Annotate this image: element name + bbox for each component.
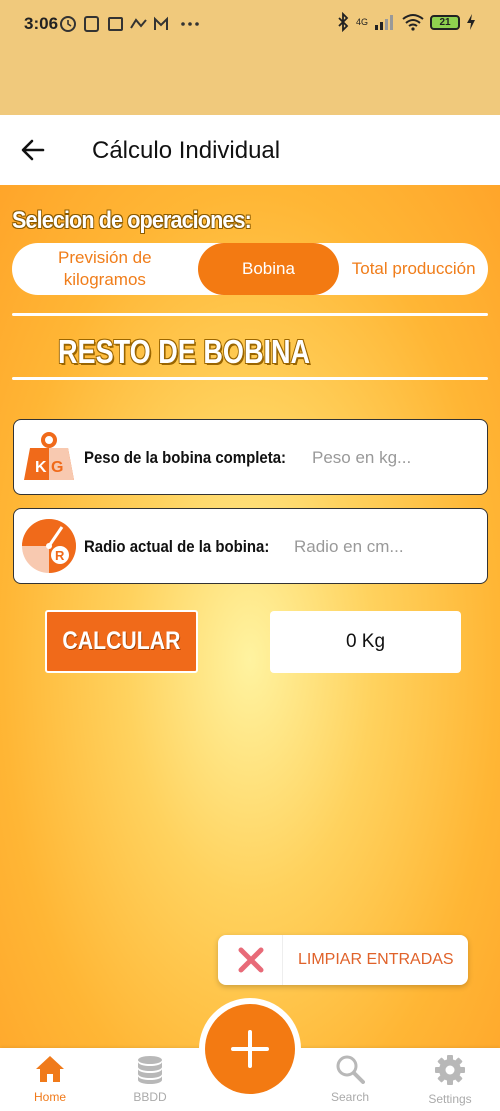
nav-search-label: Search xyxy=(330,1090,370,1104)
battery-indicator: 21 xyxy=(430,14,460,30)
network-type: 4G xyxy=(355,17,368,27)
result-display: 0 Kg xyxy=(270,611,461,673)
charging-icon xyxy=(467,14,475,30)
search-icon xyxy=(336,1055,365,1084)
snackbar-divider xyxy=(282,935,283,985)
weight-label: Peso de la bobina completa: xyxy=(84,448,287,467)
nav-bbdd[interactable]: BBDD xyxy=(110,1054,190,1104)
back-button[interactable] xyxy=(18,135,48,165)
tab-prevision-kilogramos[interactable]: Previsión de kilogramos xyxy=(12,243,198,295)
nfc-icon xyxy=(84,16,99,32)
back-arrow-icon xyxy=(21,139,45,161)
app-bar: Cálculo Individual xyxy=(0,115,500,185)
section-title: RESTO DE BOBINA xyxy=(58,333,311,370)
page-title: Cálculo Individual xyxy=(92,137,281,164)
nav-search[interactable]: Search xyxy=(310,1054,390,1104)
database-icon xyxy=(138,1056,162,1084)
tab-total-produccion[interactable]: Total producción xyxy=(339,243,488,295)
nav-settings[interactable]: Settings xyxy=(410,1054,490,1106)
weight-input[interactable] xyxy=(312,444,477,472)
gear-icon xyxy=(435,1055,465,1085)
radius-label: Radio actual de la bobina: xyxy=(84,537,270,556)
svg-text:K: K xyxy=(35,459,47,476)
section-divider-bottom xyxy=(12,377,488,380)
weight-field[interactable]: K G Peso de la bobina completa: xyxy=(13,419,488,495)
missed-call-icon xyxy=(130,18,147,29)
tab-bobina[interactable]: Bobina xyxy=(197,243,340,295)
radius-field[interactable]: R Radio actual de la bobina: xyxy=(13,508,488,584)
clock: 3:06 xyxy=(24,14,59,33)
svg-text:G: G xyxy=(51,459,63,476)
clear-inputs-button[interactable]: LIMPIAR ENTRADAS xyxy=(218,935,468,985)
nav-home[interactable]: Home xyxy=(10,1054,90,1104)
add-button[interactable] xyxy=(205,1004,295,1094)
home-icon xyxy=(36,1056,64,1082)
nav-settings-label: Settings xyxy=(428,1092,472,1106)
close-x-icon xyxy=(238,947,264,973)
operations-title: Selecion de operaciones: xyxy=(12,207,252,234)
plus-icon xyxy=(231,1030,269,1068)
calculate-label: CALCULAR xyxy=(62,627,181,655)
calculate-button[interactable]: CALCULAR xyxy=(45,610,198,673)
nav-bbdd-label: BBDD xyxy=(133,1090,167,1104)
radius-input[interactable] xyxy=(294,533,474,561)
notification-icons-strip xyxy=(60,16,199,32)
notification-icons xyxy=(58,14,218,38)
operation-selector: Previsión de kilogramos Bobina Total pro… xyxy=(12,243,488,295)
wifi-icon xyxy=(402,14,424,31)
clear-inputs-label: LIMPIAR ENTRADAS xyxy=(298,951,454,968)
section-divider-top xyxy=(12,313,488,316)
more-icon xyxy=(181,22,185,26)
nav-home-label: Home xyxy=(33,1090,66,1104)
gmail-icon xyxy=(154,16,168,30)
svg-text:R: R xyxy=(55,548,65,563)
message-icon xyxy=(108,17,123,31)
signal-icon xyxy=(375,15,393,30)
system-indicators: 4G 21 xyxy=(336,12,476,32)
radius-icon: R xyxy=(22,519,76,573)
kg-weight-icon: K G xyxy=(24,432,74,480)
bluetooth-icon xyxy=(338,12,349,32)
main-content: Selecion de operaciones: Previsión de ki… xyxy=(0,185,500,1048)
status-bar: 3:06 4G 21 xyxy=(0,0,500,115)
